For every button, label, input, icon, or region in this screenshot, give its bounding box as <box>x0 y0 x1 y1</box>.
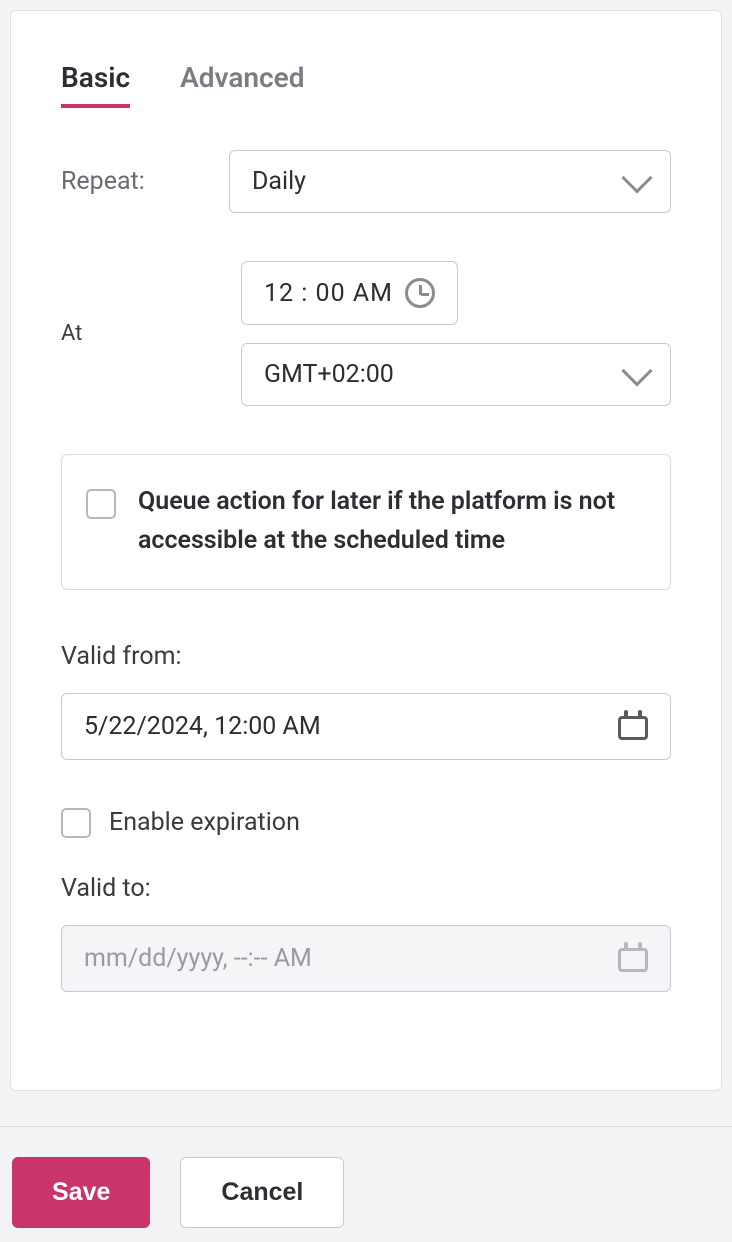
save-button[interactable]: Save <box>12 1157 150 1228</box>
queue-option: Queue action for later if the platform i… <box>61 454 671 590</box>
time-input[interactable]: 12 : 00 AM <box>241 261 458 325</box>
valid-to-placeholder: mm/dd/yyyy, --:-- AM <box>84 944 312 973</box>
valid-to-label: Valid to: <box>61 874 671 903</box>
valid-from-label: Valid from: <box>61 642 671 671</box>
repeat-value: Daily <box>252 167 306 196</box>
valid-to-input: mm/dd/yyyy, --:-- AM <box>61 925 671 992</box>
valid-from-input[interactable]: 5/22/2024, 12:00 AM <box>61 693 671 760</box>
chevron-down-icon <box>621 162 652 193</box>
valid-from-value: 5/22/2024, 12:00 AM <box>84 712 321 741</box>
tab-advanced[interactable]: Advanced <box>180 61 304 108</box>
calendar-icon <box>618 944 648 972</box>
footer-actions: Save Cancel <box>0 1126 732 1242</box>
at-row: At 12 : 00 AM GMT+02:00 <box>61 261 671 406</box>
enable-expiration-checkbox[interactable] <box>61 808 91 838</box>
repeat-select[interactable]: Daily <box>229 150 671 213</box>
chevron-down-icon <box>621 355 652 386</box>
clock-icon <box>405 278 435 308</box>
schedule-card: Basic Advanced Repeat: Daily At 12 : 00 … <box>10 10 722 1091</box>
at-label: At <box>61 321 201 346</box>
cancel-button[interactable]: Cancel <box>180 1157 344 1228</box>
enable-expiration-row: Enable expiration <box>61 808 671 838</box>
tab-basic[interactable]: Basic <box>61 61 130 108</box>
tabs: Basic Advanced <box>61 61 671 108</box>
repeat-label: Repeat: <box>61 167 201 196</box>
enable-expiration-label: Enable expiration <box>109 808 300 837</box>
queue-checkbox[interactable] <box>86 489 116 519</box>
timezone-value: GMT+02:00 <box>264 360 394 389</box>
queue-label: Queue action for later if the platform i… <box>138 483 646 561</box>
timezone-select[interactable]: GMT+02:00 <box>241 343 671 406</box>
repeat-row: Repeat: Daily <box>61 150 671 213</box>
calendar-icon <box>618 712 648 740</box>
time-value: 12 : 00 AM <box>264 279 393 308</box>
